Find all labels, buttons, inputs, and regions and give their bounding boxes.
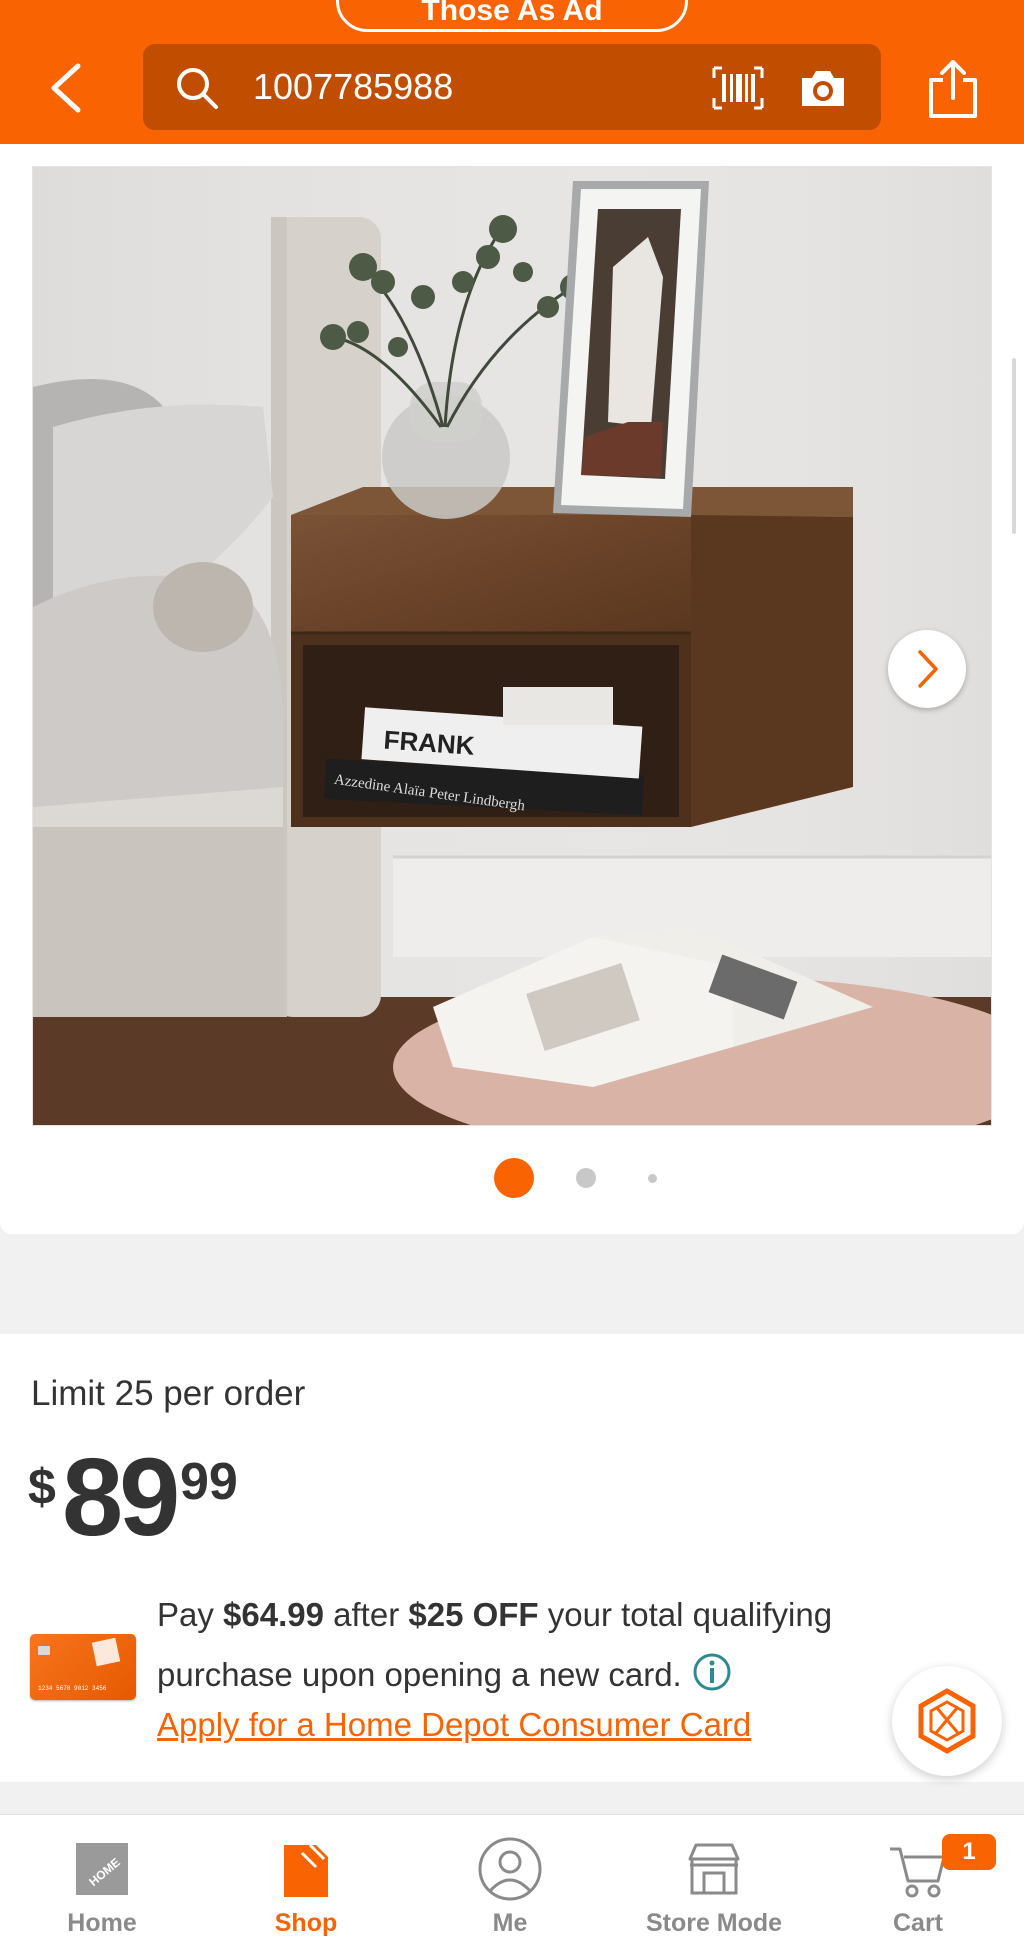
user-icon (478, 1837, 542, 1901)
hexagon-chat-icon (918, 1688, 976, 1754)
nav-home[interactable]: HOME Home (0, 1815, 204, 1941)
offer-text: Pay $64.99 after $25 OFF your total qual… (157, 1596, 832, 1634)
shop-tag-icon (284, 1843, 328, 1897)
offer-text-line2-content: purchase upon opening a new card. (157, 1656, 682, 1693)
offer-price: $64.99 (223, 1596, 324, 1633)
nav-cart-label: Cart (892, 1909, 943, 1937)
share-button[interactable] (925, 58, 981, 120)
chat-button[interactable] (892, 1666, 1002, 1776)
gallery-dot[interactable] (576, 1168, 596, 1188)
gallery-dot-active[interactable] (494, 1158, 534, 1198)
nav-me[interactable]: Me (408, 1815, 612, 1941)
next-image-button[interactable] (888, 630, 966, 708)
cart-count-badge: 1 (942, 1834, 996, 1870)
barcode-icon[interactable] (710, 64, 766, 112)
nightstand-photo: Azzedine Alaïa Peter Lindbergh FRANK (33, 167, 991, 1125)
promo-pill[interactable]: Those As Ad (336, 0, 688, 32)
promo-label: Those As Ad (421, 0, 603, 27)
nav-shop[interactable]: Shop (204, 1815, 408, 1941)
share-icon (929, 60, 977, 118)
app-header: Those As Ad 1007785988 (0, 0, 1024, 144)
back-button[interactable] (40, 58, 100, 118)
book-title-frank: FRANK (383, 725, 476, 761)
search-input[interactable]: 1007785988 (143, 44, 881, 130)
price-dollars: 89 (62, 1436, 180, 1559)
product-image[interactable]: Azzedine Alaïa Peter Lindbergh FRANK (32, 166, 992, 1126)
chevron-right-icon (918, 650, 938, 688)
price-currency: $ (28, 1459, 56, 1515)
search-query: 1007785988 (253, 66, 454, 107)
card-number: 1234 5678 9012 3456 (38, 1685, 107, 1692)
store-icon (688, 1843, 740, 1895)
product-gallery: Azzedine Alaïa Peter Lindbergh FRANK (0, 144, 1024, 1234)
offer-text-post: your total qualifying (538, 1596, 833, 1633)
scrollbar (1012, 358, 1016, 534)
product-page: Those As Ad 1007785988 Azzedine Alaïa Pe… (0, 0, 1024, 1941)
gallery-dot[interactable] (648, 1174, 657, 1183)
nav-me-label: Me (492, 1909, 528, 1937)
credit-card-image: 1234 5678 9012 3456 (30, 1634, 136, 1700)
nav-store-mode-label: Store Mode (645, 1909, 783, 1937)
offer-text-mid: after (323, 1596, 409, 1633)
price-cents: 99 (180, 1453, 238, 1511)
search-icon (177, 68, 218, 109)
nav-store-mode[interactable]: Store Mode (612, 1815, 816, 1941)
order-limit-text: Limit 25 per order (31, 1374, 306, 1413)
offer-text-pre: Pay (157, 1596, 224, 1633)
bottom-nav: HOME Home Shop Me Store Mode Cart (0, 1814, 1024, 1941)
apply-card-link[interactable]: Apply for a Home Depot Consumer Card (157, 1706, 751, 1744)
home-depot-logo-icon: HOME (76, 1843, 128, 1895)
camera-icon[interactable] (798, 66, 848, 110)
info-icon[interactable] (692, 1652, 732, 1692)
nav-shop-label: Shop (274, 1909, 338, 1937)
offer-discount: $25 OFF (408, 1596, 539, 1633)
chevron-left-icon (51, 63, 81, 113)
price-section: Limit 25 per order $ 89 99 1234 5678 901… (0, 1334, 1024, 1782)
nav-home-label: Home (67, 1909, 137, 1937)
offer-text-line2: purchase upon opening a new card. (157, 1652, 732, 1694)
